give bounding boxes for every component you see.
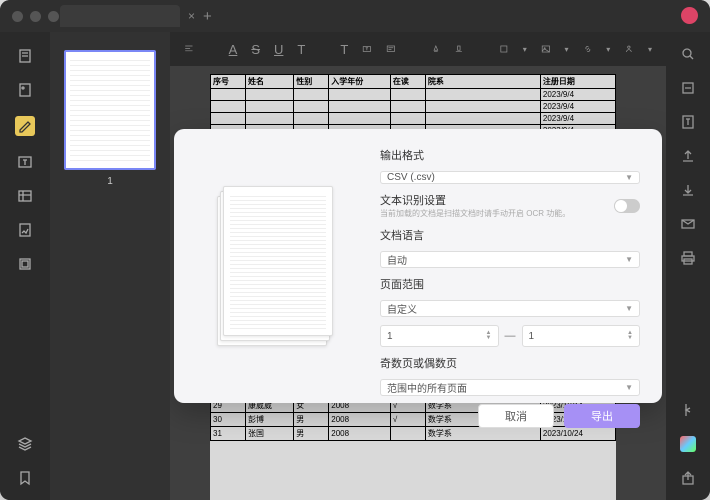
ocr-toggle[interactable] (614, 199, 640, 213)
share-icon[interactable] (680, 470, 696, 486)
page-icon[interactable] (17, 48, 33, 64)
range-select[interactable]: 自定义▼ (380, 300, 640, 317)
output-format-select[interactable]: CSV (.csv)▼ (380, 171, 640, 184)
chevron-down-icon: ▼ (625, 255, 633, 264)
print-icon[interactable] (680, 250, 696, 266)
thumbnail-panel: 1 (50, 32, 170, 500)
right-toolbar (666, 32, 710, 500)
modal-overlay: 输出格式 CSV (.csv)▼ 文本识别设置 当前加载的文档是扫描文档时请手动… (170, 32, 666, 500)
titlebar: × + (0, 0, 710, 32)
close-window-icon[interactable] (12, 11, 23, 22)
form-icon[interactable] (17, 188, 33, 204)
translate-icon[interactable] (680, 114, 696, 130)
traffic-lights (12, 11, 59, 22)
lang-select[interactable]: 自动▼ (380, 251, 640, 268)
avatar[interactable] (681, 7, 698, 24)
ocr-label: 文本识别设置 (380, 192, 570, 208)
export-button[interactable]: 导出 (564, 404, 640, 428)
download-icon[interactable] (680, 182, 696, 198)
bookmark-icon[interactable] (17, 470, 33, 486)
search-icon[interactable] (680, 46, 696, 62)
left-toolbar (0, 32, 50, 500)
app-window: × + 1 A S (0, 0, 710, 500)
lang-label: 文档语言 (380, 227, 640, 243)
parity-select[interactable]: 范围中的所有页面▼ (380, 379, 640, 396)
range-label: 页面范围 (380, 276, 640, 292)
ocr-hint: 当前加载的文档是扫描文档时请手动开启 OCR 功能。 (380, 208, 570, 219)
main-view: A S U T T ▾ ▾ ▾ ▾ (170, 32, 666, 500)
mail-icon[interactable] (680, 216, 696, 232)
layers-icon[interactable] (17, 436, 33, 452)
crop-icon[interactable] (17, 256, 33, 272)
ocr-icon[interactable] (680, 80, 696, 96)
stamp-icon[interactable] (17, 222, 33, 238)
minimize-window-icon[interactable] (30, 11, 41, 22)
new-tab-icon[interactable]: + (203, 8, 212, 25)
collapse-icon[interactable] (680, 402, 696, 418)
parity-label: 奇数页或偶数页 (380, 355, 640, 371)
highlight-tool[interactable] (15, 116, 35, 136)
cancel-button[interactable]: 取消 (478, 404, 554, 428)
output-format-label: 输出格式 (380, 147, 640, 163)
page-thumbnail[interactable] (64, 50, 156, 170)
document-tab[interactable] (60, 5, 180, 27)
text-icon[interactable] (17, 154, 33, 170)
upload-icon[interactable] (680, 148, 696, 164)
export-preview (174, 129, 374, 403)
annotate-icon[interactable] (17, 82, 33, 98)
close-tab-icon[interactable]: × (188, 9, 195, 23)
chevron-down-icon: ▼ (625, 383, 633, 392)
range-from-input[interactable]: 1▲▼ (380, 325, 499, 347)
chevron-down-icon: ▼ (625, 173, 633, 182)
color-picker-icon[interactable] (680, 436, 696, 452)
export-dialog: 输出格式 CSV (.csv)▼ 文本识别设置 当前加载的文档是扫描文档时请手动… (174, 129, 662, 403)
zoom-window-icon[interactable] (48, 11, 59, 22)
chevron-down-icon: ▼ (625, 304, 633, 313)
range-to-input[interactable]: 1▲▼ (522, 325, 641, 347)
thumbnail-number: 1 (107, 176, 113, 187)
